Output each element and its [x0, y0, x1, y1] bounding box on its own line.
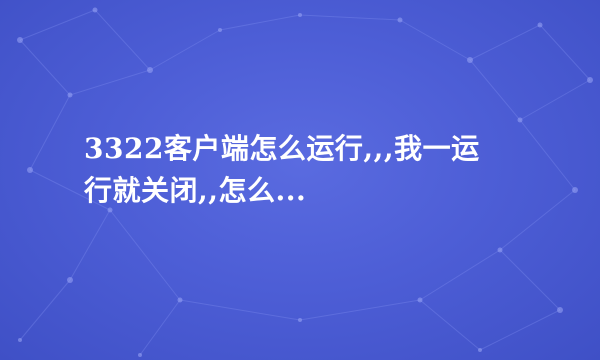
question-title-line-2: 行就关闭,,怎么...: [84, 174, 307, 207]
question-title: 3322客户端怎么运行,,,我一运 行就关闭,,怎么...: [84, 128, 554, 212]
question-card: 3322客户端怎么运行,,,我一运 行就关闭,,怎么...: [0, 0, 600, 360]
question-title-line-1: 3322客户端怎么运行,,,我一运: [84, 132, 480, 165]
